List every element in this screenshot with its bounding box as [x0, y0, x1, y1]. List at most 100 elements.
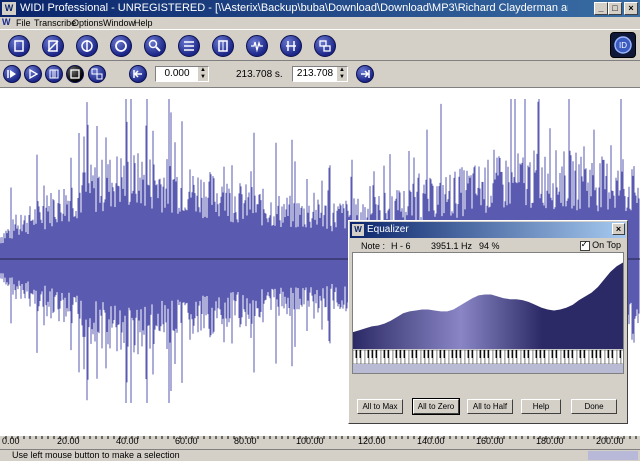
circle-icon [115, 40, 127, 52]
play-selection-button[interactable] [3, 65, 21, 83]
spin-arrows-icon[interactable]: ▲ ▼ [198, 67, 208, 81]
equalizer-app-icon: W [352, 224, 364, 236]
piano-key-white [460, 349, 466, 365]
split-button[interactable] [76, 35, 98, 57]
equalizer-dialog: W Equalizer × Note : H - 6 3951.1 Hz 94 … [348, 220, 628, 424]
svg-text:ID: ID [619, 41, 627, 50]
ruler-tick-label: 100.00 [296, 436, 324, 446]
title-bar: W WIDI Professional - UNREGISTERED - [\\… [0, 0, 640, 17]
equalizer-close-button[interactable]: × [612, 223, 625, 235]
menu-file[interactable]: File [16, 17, 31, 29]
piano-key-white [360, 349, 366, 365]
ruler-tick-label: 140.00 [417, 436, 445, 446]
no-file-button[interactable] [42, 35, 64, 57]
play-button[interactable] [24, 65, 42, 83]
close-button[interactable]: × [624, 2, 638, 15]
document-icon [14, 40, 24, 52]
piano-key-white [432, 349, 438, 365]
piano-key-white [376, 349, 382, 365]
piano-key-white [556, 349, 562, 365]
menu-options[interactable]: Options [72, 17, 103, 29]
time-ruler: 0.00 20.00 40.00 60.00 80.00 100.00 120.… [0, 436, 640, 450]
go-to-start-button[interactable] [129, 65, 147, 83]
loop-icon [91, 68, 103, 80]
go-to-start-icon [133, 70, 142, 78]
piano-key-white [444, 349, 450, 365]
piano-key-white [516, 349, 522, 365]
loop-button[interactable] [88, 65, 106, 83]
no-document-icon [47, 40, 59, 52]
end-time-input[interactable]: 213.708 ▲ ▼ [292, 66, 348, 82]
piano-key-white [472, 349, 478, 365]
split-icon [81, 40, 93, 52]
pause-icon [49, 69, 59, 79]
spin-arrows-icon[interactable]: ▲ ▼ [337, 67, 347, 81]
stop-icon [218, 40, 228, 52]
play-icon [29, 68, 39, 80]
stop-button[interactable] [212, 35, 234, 57]
percent-value: 94 % [479, 241, 500, 251]
maximize-button[interactable]: □ [608, 2, 622, 15]
ruler-tick-label: 60.00 [175, 436, 198, 446]
note-label: Note : [361, 241, 386, 251]
go-to-end-button[interactable] [356, 65, 374, 83]
checkbox-icon[interactable]: ✓ [579, 239, 590, 251]
equalizer-graph[interactable] [352, 252, 627, 374]
ruler-tick-label: 0.00 [2, 436, 20, 446]
search-button[interactable] [144, 35, 166, 57]
overview-thumbnail[interactable] [588, 451, 638, 460]
frequency-value: 3951.1 Hz [431, 241, 473, 251]
on-top-checkbox[interactable]: ✓ On Top [579, 239, 621, 251]
ruler-tick-label: 20.00 [57, 436, 80, 446]
all-to-zero-button[interactable]: All to Zero [412, 398, 460, 415]
open-file-button[interactable] [8, 35, 30, 57]
equalizer-curve-area [353, 262, 623, 349]
menu-transcribe[interactable]: Transcribe [34, 17, 76, 29]
pause-button[interactable] [45, 65, 63, 83]
transport-toolbar: 0.000 ▲ ▼ 213.708 s. 213.708 ▲ ▼ [0, 61, 640, 88]
menu-window[interactable]: Window [103, 17, 135, 29]
end-time-value: 213.708 [296, 68, 334, 79]
piano-key-white [488, 349, 494, 365]
menu-help[interactable]: Help [134, 17, 153, 29]
piano-key-white [572, 349, 578, 365]
go-to-end-icon [361, 70, 370, 78]
ruler-tick-label: 40.00 [116, 436, 139, 446]
all-to-half-button[interactable]: All to Half [467, 399, 513, 414]
waveform-icon [251, 40, 263, 53]
piano-key-white [388, 349, 394, 365]
stop-playback-button[interactable] [66, 65, 84, 83]
bars-button[interactable] [280, 35, 302, 57]
stop-icon [70, 69, 80, 79]
done-button[interactable]: Done [571, 399, 617, 414]
piano-key-white [404, 349, 410, 365]
piano-key-white [584, 349, 590, 365]
minimize-button[interactable]: _ [594, 2, 608, 15]
note-value: H - 6 [391, 241, 411, 251]
list-icon [184, 41, 194, 51]
all-to-max-button[interactable]: All to Max [357, 399, 403, 414]
window-title: WIDI Professional - UNREGISTERED - [\\As… [20, 2, 568, 14]
ruler-tick-label: 180.00 [536, 436, 564, 446]
start-time-input[interactable]: 0.000 ▲ ▼ [155, 66, 209, 82]
widi-logo: ID [610, 32, 636, 58]
piano-key-white [544, 349, 550, 365]
convert-button[interactable] [314, 35, 336, 57]
bars-icon [286, 41, 296, 51]
start-time-value: 0.000 [164, 68, 190, 79]
play-bar-icon [7, 70, 16, 78]
duration-label: 213.708 s. [236, 69, 283, 80]
document-icon[interactable]: W [2, 17, 14, 29]
search-icon [148, 39, 161, 52]
note-strip [353, 364, 623, 373]
list-button[interactable] [178, 35, 200, 57]
app-icon: W [2, 2, 16, 15]
piano-key-white [600, 349, 606, 365]
waveform-button[interactable] [246, 35, 268, 57]
ruler-tick-label: 80.00 [234, 436, 257, 446]
record-button[interactable] [110, 35, 132, 57]
convert-icon [319, 40, 331, 52]
piano-key-white [528, 349, 534, 365]
logo-icon: ID [614, 36, 632, 54]
help-button[interactable]: Help [521, 399, 561, 414]
